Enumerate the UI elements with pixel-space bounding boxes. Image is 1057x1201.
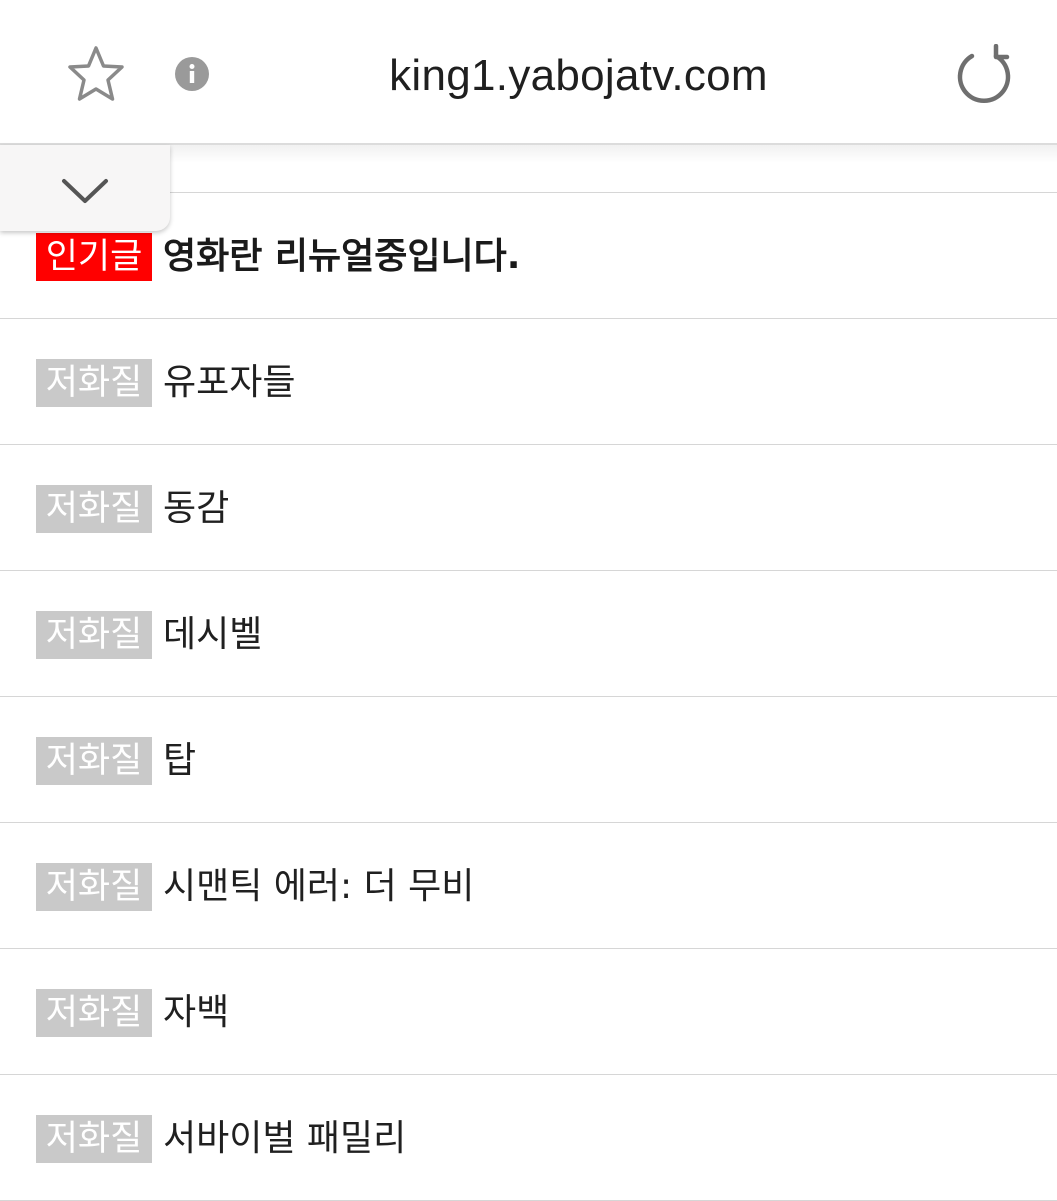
low-quality-badge: 저화질 [36, 485, 152, 533]
chevron-down-icon [62, 179, 108, 203]
list-item[interactable]: 저화질 시맨틱 에러: 더 무비 [0, 823, 1057, 949]
list-item[interactable]: 저화질 동감 [0, 445, 1057, 571]
info-icon[interactable] [174, 56, 210, 92]
star-icon[interactable] [64, 44, 128, 106]
low-quality-badge: 저화질 [36, 989, 152, 1037]
collapse-toolbar-button[interactable] [0, 145, 170, 231]
low-quality-badge: 저화질 [36, 737, 152, 785]
post-title[interactable]: 영화란 리뉴얼중입니다. [163, 231, 520, 283]
post-title[interactable]: 자백 [163, 987, 229, 1039]
browser-toolbar: king1.yabojatv.com [0, 0, 1057, 143]
post-title[interactable]: 동감 [163, 483, 229, 535]
list-item[interactable]: 저화질 유포자들 [0, 319, 1057, 445]
url-field[interactable]: king1.yabojatv.com [240, 46, 917, 106]
low-quality-badge: 저화질 [36, 1115, 152, 1163]
list-item[interactable]: 저화질 서바이벌 패밀리 [0, 1075, 1057, 1201]
post-title[interactable]: 데시벨 [163, 609, 262, 661]
post-title[interactable]: 유포자들 [163, 357, 295, 409]
post-title[interactable]: 시맨틱 에러: 더 무비 [163, 861, 474, 913]
reload-icon[interactable] [952, 43, 1016, 104]
low-quality-badge: 저화질 [36, 611, 152, 659]
post-title[interactable]: 탑 [163, 735, 196, 787]
list-item[interactable]: 저화질 탑 [0, 697, 1057, 823]
post-list: 인기글 영화란 리뉴얼중입니다. 저화질 유포자들 저화질 동감 저화질 데시벨… [0, 192, 1057, 1201]
post-title[interactable]: 서바이벌 패밀리 [163, 1113, 406, 1165]
popular-badge: 인기글 [36, 233, 152, 281]
low-quality-badge: 저화질 [36, 359, 152, 407]
low-quality-badge: 저화질 [36, 863, 152, 911]
list-item[interactable]: 저화질 자백 [0, 949, 1057, 1075]
list-item[interactable]: 저화질 데시벨 [0, 571, 1057, 697]
